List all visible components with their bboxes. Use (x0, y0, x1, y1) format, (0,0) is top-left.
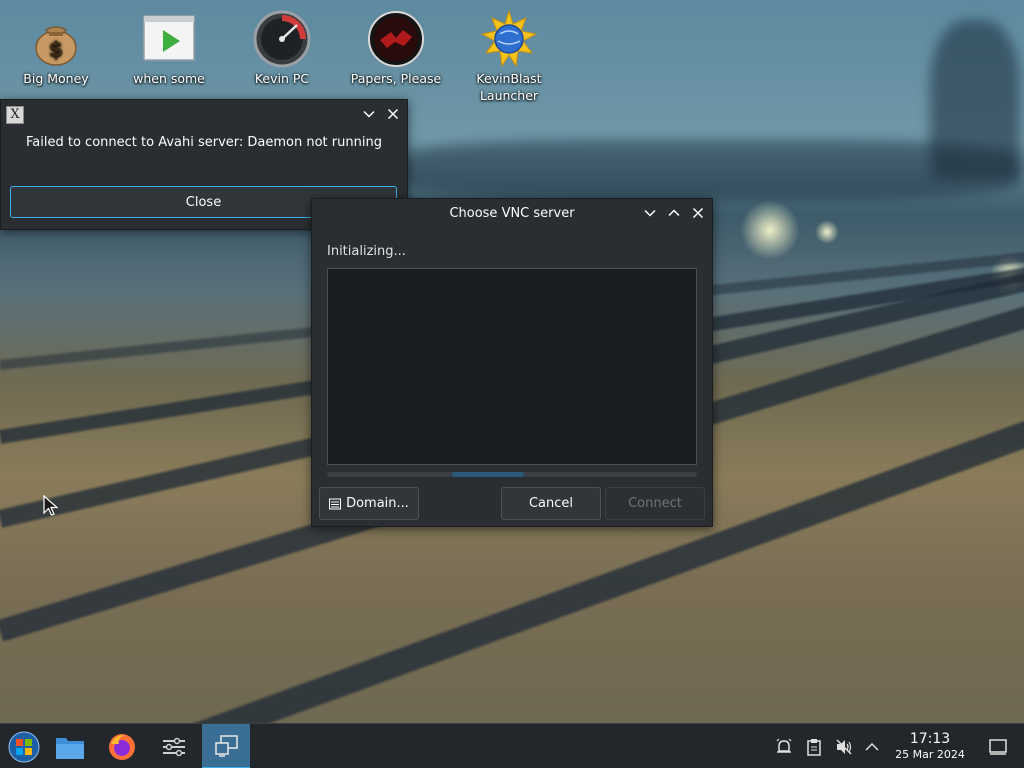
taskbar-remote-desktop[interactable] (202, 724, 250, 768)
error-dialog-titlebar[interactable]: X (1, 100, 407, 128)
tray-clipboard[interactable] (803, 736, 825, 758)
cancel-button[interactable]: Cancel (501, 487, 601, 520)
chevron-down-icon (363, 110, 375, 118)
speedometer-icon (253, 10, 311, 68)
tray-notifications[interactable] (773, 736, 795, 758)
progress-bar (327, 472, 697, 477)
desktop-icon-kevin-pc[interactable]: Kevin PC (232, 10, 332, 87)
desktop-icon-label: Big Money (23, 71, 89, 86)
clock[interactable]: 17:13 25 Mar 2024 (888, 731, 972, 762)
clock-time: 17:13 (909, 731, 951, 747)
desktop[interactable]: $ Big Money when some Kevin PC Papers, P… (0, 0, 1024, 768)
show-desktop-button[interactable] (987, 736, 1009, 758)
taskbar-file-manager[interactable] (46, 724, 94, 768)
desktop-icon-label: when some (133, 71, 205, 86)
close-icon (387, 108, 399, 120)
progress-indicator (452, 472, 524, 477)
status-label: Initializing... (327, 244, 406, 259)
start-orb-icon (8, 731, 40, 762)
desktop-icon-label: Papers, Please (350, 71, 442, 86)
chevron-down-icon (644, 209, 656, 217)
folder-icon (56, 737, 84, 759)
clipboard-icon (807, 739, 821, 756)
minimize-button[interactable] (640, 203, 660, 223)
sliders-icon (163, 737, 185, 756)
application-launcher-button[interactable] (0, 724, 48, 768)
volume-muted-icon (836, 739, 852, 755)
alarm-bell-icon (776, 738, 792, 753)
close-icon (692, 207, 704, 219)
desktop-icon-papers-please[interactable]: Papers, Please (346, 10, 446, 87)
money-bag-icon: $ (27, 10, 85, 68)
sun-globe-icon (480, 9, 538, 68)
chevron-up-icon (668, 209, 680, 217)
clock-date: 25 Mar 2024 (895, 748, 965, 761)
svg-text:$: $ (49, 37, 63, 61)
close-window-button[interactable] (383, 104, 403, 124)
papers-please-emblem-icon (367, 10, 425, 68)
domain-button[interactable]: Domain... (319, 487, 419, 520)
domain-button-label: Domain... (346, 496, 409, 511)
choose-vnc-server-dialog: Choose VNC server Initializing... Domain… (311, 198, 713, 527)
chevron-up-icon (865, 742, 879, 751)
desktop-icon-label: Kevin PC (254, 71, 310, 86)
taskbar: 17:13 25 Mar 2024 (0, 723, 1024, 768)
taskbar-settings[interactable] (150, 724, 198, 768)
minimize-button[interactable] (359, 104, 379, 124)
desktop-icon-big-money[interactable]: $ Big Money (6, 10, 106, 87)
mouse-cursor-icon (43, 495, 59, 516)
remote-desktop-icon (215, 734, 238, 757)
video-player-icon (140, 10, 198, 68)
close-window-button[interactable] (688, 203, 708, 223)
vnc-dialog-titlebar[interactable]: Choose VNC server (312, 199, 712, 227)
tray-expand[interactable] (861, 736, 883, 758)
firefox-icon (109, 733, 135, 760)
taskbar-firefox[interactable] (98, 724, 146, 768)
connect-button[interactable]: Connect (605, 487, 705, 520)
error-message: Failed to connect to Avahi server: Daemo… (26, 135, 382, 150)
maximize-button[interactable] (664, 203, 684, 223)
show-desktop-icon (989, 739, 1007, 755)
x-window-icon: X (6, 106, 24, 124)
desktop-icon-when-some[interactable]: when some (119, 10, 219, 87)
list-icon (329, 498, 342, 509)
desktop-icon-label: KevinBlast Launcher (476, 71, 542, 103)
tray-volume[interactable] (833, 736, 855, 758)
desktop-icon-kevinblast-launcher[interactable]: KevinBlast Launcher (459, 9, 559, 104)
server-list[interactable] (327, 268, 697, 465)
